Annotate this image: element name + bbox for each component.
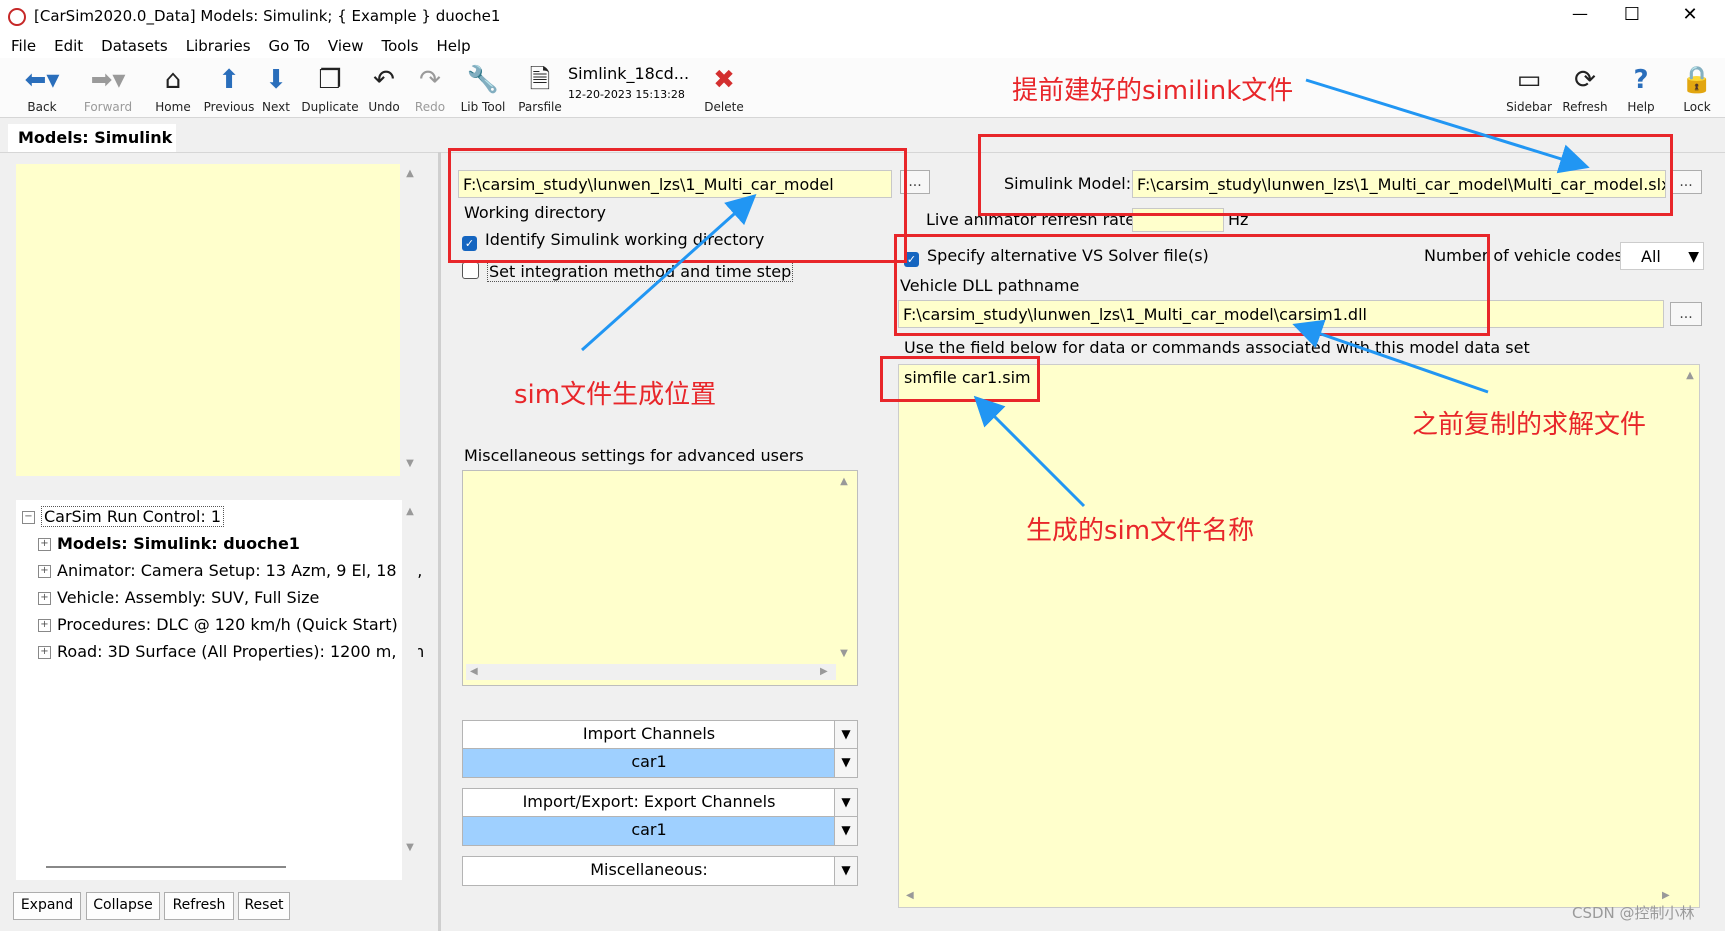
arrow-to-simulink-model [1305,78,1590,174]
arrow-to-simfile [973,395,1086,508]
annotation-arrows [581,78,1590,508]
arrow-to-dll [1292,319,1489,394]
arrow-to-working-directory [581,194,757,352]
watermark: CSDN @控制小林 [1572,904,1695,922]
